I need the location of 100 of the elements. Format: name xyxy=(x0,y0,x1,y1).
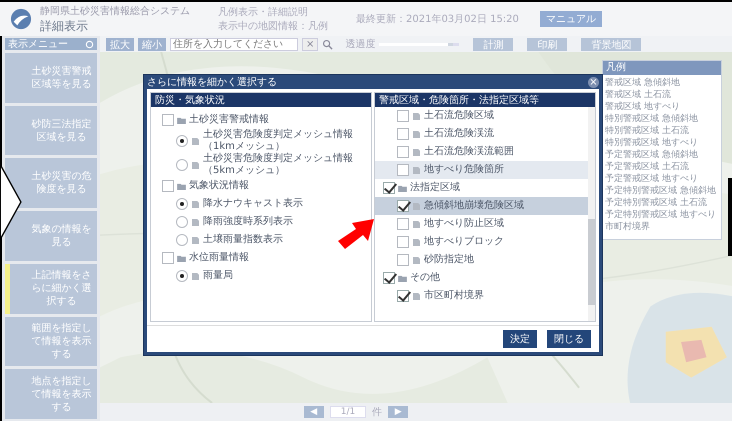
sidebar-menu-item[interactable]: 土砂災害警戒区域等を見る xyxy=(5,53,97,103)
layer-label: 地すべり危険箇所 xyxy=(424,164,504,176)
legend-entry: 予定特別警戒区域 急傾斜地 xyxy=(605,185,717,197)
layer-row[interactable]: 土石流危険渓流 xyxy=(375,125,588,143)
layer-row[interactable]: 土石流危険区域 xyxy=(375,107,588,125)
layer-row[interactable]: 市区町村境界 xyxy=(375,287,588,305)
file-icon xyxy=(412,202,421,210)
legend-entry: 警戒区域 地すべり xyxy=(605,101,681,113)
layer-group-label: 水位雨量情報 xyxy=(189,252,249,264)
checkbox[interactable] xyxy=(397,290,409,302)
scrollbar[interactable] xyxy=(588,107,595,321)
file-icon xyxy=(412,292,421,300)
search-field[interactable]: 住所を入力してください xyxy=(170,38,298,50)
checkbox[interactable] xyxy=(397,110,409,122)
layer-row[interactable]: 急傾斜地崩壊危険区域 xyxy=(375,197,588,215)
sidebar-menu-item[interactable]: 範囲を指定して情報を表示する xyxy=(5,316,97,366)
checkbox[interactable] xyxy=(162,180,174,192)
page-select[interactable]: 1/1 xyxy=(330,406,366,418)
file-icon xyxy=(191,200,200,208)
checkbox[interactable] xyxy=(383,272,395,284)
toolbar-button[interactable]: 計測 xyxy=(473,38,514,50)
layer-label: 地すべり防止区域 xyxy=(424,218,504,230)
sidebar-menu-item[interactable]: 上記情報をさらに細かく選択する xyxy=(5,264,97,314)
legend-entry: 特別警戒区域 土石流 xyxy=(605,125,690,137)
layer-label: 土砂災害危険度判定メッシュ情報（1kmメッシュ） xyxy=(203,129,354,152)
legend-title: 凡例 xyxy=(606,62,626,74)
sidebar-menu-item[interactable]: 土砂災害の危険度を見る xyxy=(5,158,97,208)
legend-entry: 警戒区域 土石流 xyxy=(605,89,672,101)
file-icon xyxy=(191,138,200,144)
checkbox[interactable] xyxy=(397,218,409,230)
checkbox[interactable] xyxy=(162,114,174,126)
sidebar-menu-item[interactable]: 気象の情報を見る xyxy=(5,211,97,261)
next-page-button[interactable]: ▶ xyxy=(388,406,408,418)
radio-button[interactable] xyxy=(176,135,188,147)
checkbox[interactable] xyxy=(397,146,409,158)
panel-header: 警戒区域・危険箇所・法指定区域等 xyxy=(379,94,539,107)
folder-icon xyxy=(177,182,186,190)
zoom-in-button[interactable]: 拡大 xyxy=(106,38,134,50)
dialog-button[interactable]: 閉じる xyxy=(547,330,591,348)
clear-button[interactable]: × xyxy=(302,38,318,50)
legend-entry: 予定警戒区域 地すべり xyxy=(605,173,699,185)
close-button[interactable]: × xyxy=(588,76,599,88)
sidebar-menu-item[interactable]: 地点を指定して情報を表示する xyxy=(5,369,97,420)
file-icon xyxy=(191,236,200,244)
legend-entry: 予定特別警戒区域 地すべり xyxy=(605,209,717,221)
zoom-out-button[interactable]: 縮小 xyxy=(138,38,166,50)
header-link[interactable]: 凡例表示・詳細説明 xyxy=(218,5,328,19)
file-icon xyxy=(412,130,421,138)
checkbox[interactable] xyxy=(397,128,409,140)
sidebar-menu-item[interactable]: 砂防三法指定区域を見る xyxy=(5,106,97,156)
file-icon xyxy=(412,256,421,264)
dialog-button[interactable]: 決定 xyxy=(503,330,537,348)
checkbox[interactable] xyxy=(397,254,409,266)
radio-button[interactable] xyxy=(176,234,188,246)
layer-group-label: 法指定区域 xyxy=(410,182,460,194)
page-unit: 件 xyxy=(372,406,382,419)
file-icon xyxy=(412,166,421,174)
layer-row[interactable]: 地すべり危険箇所 xyxy=(375,161,588,179)
checkbox[interactable] xyxy=(397,236,409,248)
folder-icon xyxy=(398,184,407,192)
file-icon xyxy=(191,162,200,168)
layer-label: 降水ナウキャスト表示 xyxy=(203,198,303,210)
update-time: 最終更新：2021年03月02日 15:20 xyxy=(356,12,519,26)
layer-row[interactable]: 地すべり防止区域 xyxy=(375,215,588,233)
dialog-title: さらに情報を細かく選択する xyxy=(147,76,277,89)
layer-label: 土石流危険区域 xyxy=(424,110,494,122)
collapse-icon[interactable] xyxy=(85,40,94,48)
toolbar-button[interactable]: 背景地図 xyxy=(581,38,642,50)
radio-button[interactable] xyxy=(176,159,188,171)
file-icon xyxy=(412,148,421,156)
radio-button[interactable] xyxy=(176,270,188,282)
legend-entry: 警戒区域 急傾斜地 xyxy=(605,77,681,89)
file-icon xyxy=(412,112,421,120)
layer-row[interactable]: 土石流危険渓流範囲 xyxy=(375,143,588,161)
legend-entry: 特別警戒区域 地すべり xyxy=(605,137,699,149)
search-icon[interactable] xyxy=(322,38,334,50)
toolbar-button[interactable]: 印刷 xyxy=(527,38,568,50)
page-title: 詳細表示 xyxy=(40,18,89,34)
layer-row[interactable]: 地すべりブロック xyxy=(375,233,588,251)
header-link[interactable]: 表示中の地図情報：凡例 xyxy=(218,19,328,33)
layer-row[interactable]: 砂防指定地 xyxy=(375,251,588,269)
layer-label: 急傾斜地崩壊危険区域 xyxy=(424,200,524,212)
checkbox[interactable] xyxy=(383,182,395,194)
checkbox[interactable] xyxy=(162,252,174,264)
layer-label: 降雨強度時系列表示 xyxy=(203,216,293,228)
previous-page-button[interactable]: ◀ xyxy=(304,406,324,418)
folder-icon xyxy=(177,254,186,262)
checkbox[interactable] xyxy=(397,164,409,176)
checkbox[interactable] xyxy=(397,200,409,212)
file-icon xyxy=(412,220,421,228)
file-icon xyxy=(412,238,421,246)
opacity-label: 透過度 xyxy=(345,38,376,51)
manual-button[interactable]: マニュアル xyxy=(540,11,602,27)
radio-button[interactable] xyxy=(176,216,188,228)
legend-entry: 予定特別警戒区域 土石流 xyxy=(605,197,708,209)
legend-entry: 予定警戒区域 急傾斜地 xyxy=(605,149,699,161)
layer-label: 土砂災害危険度判定メッシュ情報（5kmメッシュ） xyxy=(203,153,354,177)
system-name: 静岡県土砂災害情報総合システム xyxy=(40,4,190,18)
radio-button[interactable] xyxy=(176,198,188,210)
layer-group-label: その他 xyxy=(410,272,440,284)
